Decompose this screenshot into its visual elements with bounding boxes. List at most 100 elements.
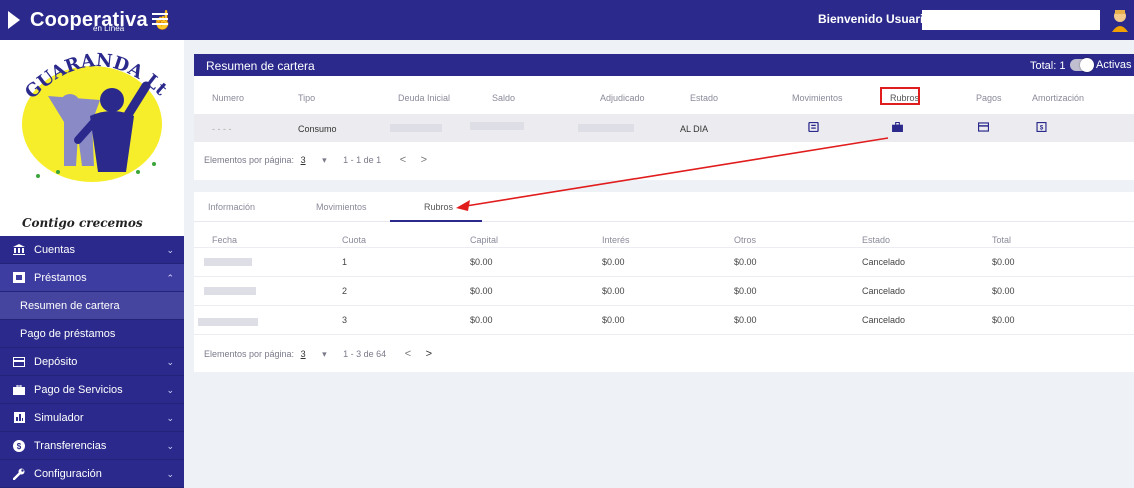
sidebar-item-label: Depósito xyxy=(34,355,78,368)
tipo-cell: Consumo xyxy=(298,124,337,134)
chevron-down-icon: ⌄ xyxy=(166,469,174,479)
sidebar-item-cuentas[interactable]: Cuentas ⌄ xyxy=(0,236,184,264)
tab-informacion[interactable]: Información xyxy=(208,202,255,212)
sidebar-item-label: Pago de Servicios xyxy=(34,383,123,396)
estado-cell: AL DIA xyxy=(680,124,709,134)
chevron-down-icon: ⌄ xyxy=(166,413,174,423)
sidebar-item-configuracion[interactable]: Configuración ⌄ xyxy=(0,460,184,488)
column-header: Amortización xyxy=(1032,93,1085,103)
sidebar: GUARANDA Ltda. Contigo crecemos Cuentas … xyxy=(0,40,184,488)
user-name-redacted xyxy=(922,10,1100,30)
brand-name: Cooperativa xyxy=(30,8,148,31)
column-header: Deuda Inicial xyxy=(398,93,451,103)
sidebar-subitem-resumen-de-cartera[interactable]: Resumen de cartera xyxy=(0,292,184,320)
estado-cell: Cancelado xyxy=(862,315,906,325)
next-page-icon[interactable]: > xyxy=(421,154,427,166)
chart-icon xyxy=(12,412,26,424)
brand-logo[interactable]: Cooperativa ☝ en Línea xyxy=(8,6,174,34)
chevron-down-icon: ⌄ xyxy=(166,385,174,395)
sidebar-item-deposito[interactable]: Depósito ⌄ xyxy=(0,348,184,376)
cuota-cell: 2 xyxy=(342,286,348,296)
table-row[interactable]: 3 $0.00 $0.00 $0.00 Cancelado $0.00 xyxy=(194,306,1134,335)
chevron-down-icon: ⌄ xyxy=(166,245,174,255)
cooperative-logo: GUARANDA Ltda. xyxy=(8,44,176,194)
sidebar-item-simulador[interactable]: Simulador ⌄ xyxy=(0,404,184,432)
chevron-down-icon: ⌄ xyxy=(166,357,174,367)
tab-rubros[interactable]: Rubros xyxy=(424,202,453,212)
total-count: Total: 1 xyxy=(1030,60,1066,72)
briefcase-icon[interactable] xyxy=(892,122,903,132)
wrench-icon xyxy=(12,468,26,480)
prev-page-icon[interactable]: < xyxy=(405,348,411,360)
logo-slogan: Contigo crecemos xyxy=(22,216,143,230)
card-icon[interactable] xyxy=(978,122,989,132)
page-size-select[interactable]: 3 xyxy=(301,155,306,165)
sidebar-item-label: Préstamos xyxy=(34,271,87,284)
column-header: Otros xyxy=(734,235,757,245)
table-row[interactable]: 2 $0.00 $0.00 $0.00 Cancelado $0.00 xyxy=(194,277,1134,306)
redacted-value xyxy=(390,124,442,132)
sidebar-item-transferencias[interactable]: $ Transferencias ⌄ xyxy=(0,432,184,460)
sidebar-item-label: Configuración xyxy=(34,467,102,480)
bank-icon xyxy=(12,244,26,256)
otros-cell: $0.00 xyxy=(734,315,757,325)
otros-cell: $0.00 xyxy=(734,257,757,267)
column-header: Numero xyxy=(212,93,245,103)
sidebar-subitem-label: Pago de préstamos xyxy=(20,327,116,340)
active-label: Activas xyxy=(1096,59,1132,71)
page-size-select[interactable]: 3 xyxy=(301,349,306,359)
movements-icon[interactable] xyxy=(808,122,819,132)
pagination: Elementos por página: 3 ▾ 1 - 3 de 64 < … xyxy=(204,348,432,360)
play-icon xyxy=(8,11,20,29)
sidebar-item-label: Transferencias xyxy=(34,439,107,452)
rubros-highlight-box xyxy=(880,87,920,105)
column-header: Estado xyxy=(690,93,719,103)
sidebar-subitem-pago-de-prestamos[interactable]: Pago de préstamos xyxy=(0,320,184,348)
prev-page-icon[interactable]: < xyxy=(400,154,406,166)
column-header: Movimientos xyxy=(792,93,843,103)
card-icon xyxy=(12,356,26,368)
column-header: Tipo xyxy=(298,93,316,103)
estado-cell: Cancelado xyxy=(862,286,906,296)
dollar-icon: $ xyxy=(12,439,26,452)
sidebar-item-pago-de-servicios[interactable]: Pago de Servicios ⌄ xyxy=(0,376,184,404)
next-page-icon[interactable]: > xyxy=(426,348,432,360)
column-header: Estado xyxy=(862,235,891,245)
page-range: 1 - 3 de 64 xyxy=(343,349,387,359)
portfolio-header: Resumen de cartera Total: 1 Activas xyxy=(194,54,1134,76)
briefcase-icon xyxy=(12,384,26,396)
redacted-value xyxy=(470,122,524,130)
total-cell: $0.00 xyxy=(992,257,1015,267)
otros-cell: $0.00 xyxy=(734,286,757,296)
portfolio-summary-panel: Resumen de cartera Total: 1 Activas Nume… xyxy=(194,54,1134,180)
active-toggle[interactable] xyxy=(1070,58,1094,72)
amortization-icon[interactable]: $ xyxy=(1036,122,1047,132)
dropdown-caret-icon[interactable]: ▾ xyxy=(322,155,327,165)
numero-cell: - - - - xyxy=(212,124,232,134)
capital-cell: $0.00 xyxy=(470,257,493,267)
items-per-page-label: Elementos por página: xyxy=(204,155,295,165)
items-per-page-label: Elementos por página: xyxy=(204,349,295,359)
sidebar-item-label: Cuentas xyxy=(34,243,75,256)
dropdown-caret-icon[interactable]: ▾ xyxy=(322,349,327,359)
hamburger-menu-icon[interactable] xyxy=(152,10,168,30)
rubros-table-header: Fecha Cuota Capital Interés Otros Estado… xyxy=(194,226,1134,248)
sidebar-item-label: Simulador xyxy=(34,411,84,424)
column-header: Total xyxy=(992,235,1012,245)
column-header: Interés xyxy=(602,235,630,245)
active-tab-indicator xyxy=(390,220,482,222)
top-bar: Cooperativa ☝ en Línea Bienvenido Usuari… xyxy=(0,0,1134,40)
column-header: Fecha xyxy=(212,235,238,245)
sidebar-subitem-label: Resumen de cartera xyxy=(20,299,120,312)
column-header: Pagos xyxy=(976,93,1002,103)
sidebar-item-prestamos[interactable]: Préstamos ⌃ xyxy=(0,264,184,292)
user-avatar[interactable] xyxy=(1110,8,1130,32)
total-cell: $0.00 xyxy=(992,315,1015,325)
loan-icon xyxy=(12,272,26,284)
column-header: Capital xyxy=(470,235,499,245)
table-row[interactable]: 1 $0.00 $0.00 $0.00 Cancelado $0.00 xyxy=(194,248,1134,277)
sidebar-nav: Cuentas ⌄ Préstamos ⌃ Resumen de cartera… xyxy=(0,236,184,488)
tab-movimientos[interactable]: Movimientos xyxy=(316,202,367,212)
table-row[interactable]: - - - - Consumo AL DIA $ xyxy=(194,114,1134,142)
svg-text:$: $ xyxy=(17,442,22,451)
